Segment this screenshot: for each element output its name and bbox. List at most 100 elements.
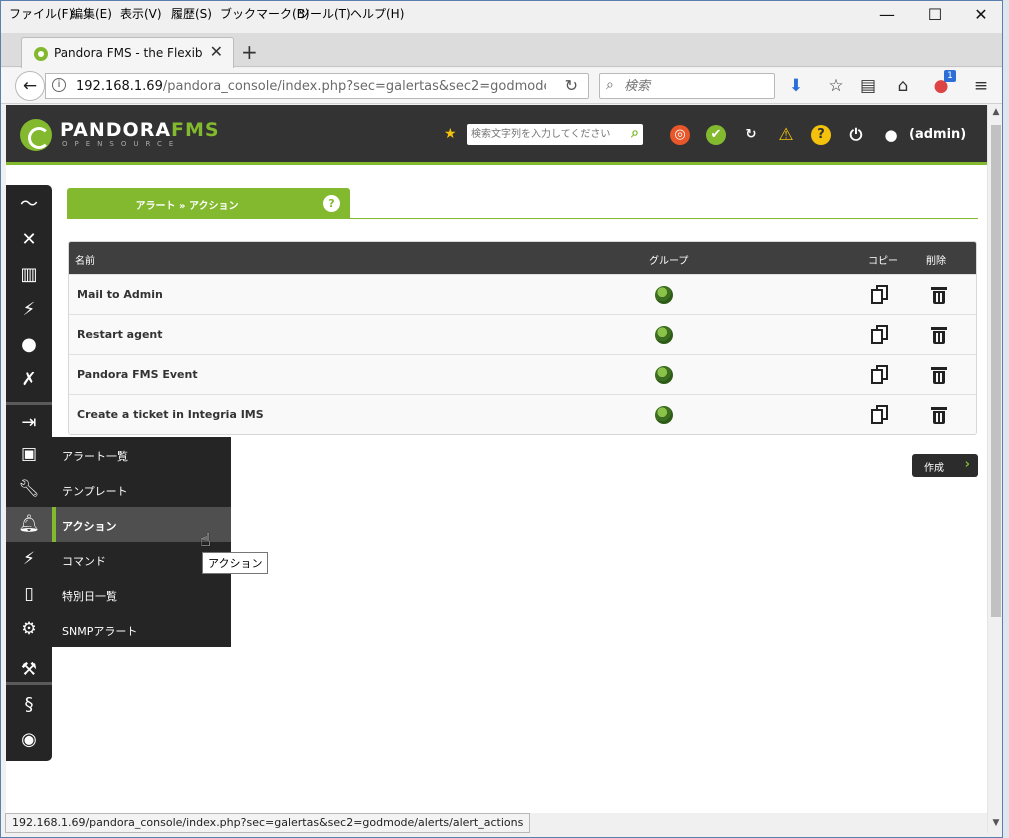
topology-icon[interactable]: ✕ xyxy=(6,222,52,257)
action-name-link[interactable]: Restart agent xyxy=(77,328,163,341)
power-icon[interactable]: ⏻ xyxy=(846,125,866,145)
menubar: ファイル(F) 編集(E) 表示(V) 履歴(S) ブックマーク(B) ツール(… xyxy=(1,1,1002,27)
logo-text[interactable]: PANDORAFMS xyxy=(60,119,220,141)
pandora-logo-icon[interactable] xyxy=(20,119,52,151)
delete-trash-icon[interactable] xyxy=(931,365,947,385)
logo-subtitle: OPENSOURCE xyxy=(62,140,181,148)
copy-icon[interactable] xyxy=(871,325,889,345)
favorite-star-icon[interactable]: ★ xyxy=(444,126,457,142)
tab-close-icon[interactable]: ✕ xyxy=(210,42,223,61)
flyout-item-label: アクション xyxy=(62,520,117,533)
menu-bookmarks[interactable]: ブックマーク(B) xyxy=(220,5,310,22)
browser-tab[interactable]: Pandora FMS - the Flexible M ✕ xyxy=(21,37,234,68)
copy-icon[interactable] xyxy=(871,405,889,425)
page-title: アラート » アクション xyxy=(135,201,239,212)
flyout-item-label: 特別日一覧 xyxy=(62,590,117,603)
table-row: Restart agent xyxy=(69,314,976,354)
heading-rule xyxy=(67,218,978,219)
table-row: Create a ticket in Integria IMS xyxy=(69,394,976,434)
create-button[interactable]: 作成 › xyxy=(912,454,978,477)
flyout-item-alert-list[interactable]: ▣ アラート一覧 xyxy=(6,437,231,472)
bookmark-star-icon[interactable]: ☆ xyxy=(824,74,848,98)
flyout-item-snmp-alerts[interactable]: ⚙ SNMPアラート xyxy=(6,612,231,647)
maximize-button[interactable]: ☐ xyxy=(915,3,955,27)
back-button[interactable]: ← xyxy=(15,71,45,101)
flyout-item-templates[interactable]: 🔧︎ テンプレート xyxy=(6,472,231,507)
menu-history[interactable]: 履歴(S) xyxy=(171,5,212,22)
browser-search-bar[interactable]: ⌕ xyxy=(599,73,775,99)
menu-edit[interactable]: 編集(E) xyxy=(71,5,112,22)
reload-icon[interactable]: ↻ xyxy=(565,76,578,95)
tab-title: Pandora FMS - the Flexible M xyxy=(54,46,202,60)
operations-user-icon[interactable]: ● xyxy=(6,327,52,362)
help-icon[interactable]: ? xyxy=(811,125,831,145)
url-host: 192.168.1.69 xyxy=(76,79,163,94)
check-status-icon[interactable]: ✔ xyxy=(706,125,726,145)
column-header-group: グループ xyxy=(649,256,689,267)
sidebar-separator xyxy=(6,682,52,685)
group-all-globe-icon xyxy=(655,286,673,304)
flyout-item-actions[interactable]: 🔔︎ アクション xyxy=(6,507,231,542)
column-header-delete: 削除 xyxy=(926,256,946,267)
close-window-button[interactable]: ✕ xyxy=(961,3,1001,27)
user-name[interactable]: (admin) xyxy=(909,127,966,142)
links-icon[interactable]: § xyxy=(6,687,52,722)
logo-main: PANDORA xyxy=(60,119,172,141)
menu-help[interactable]: ヘルプ(H) xyxy=(350,5,404,22)
pandora-update-icon[interactable]: ◉ xyxy=(6,722,52,757)
help-icon[interactable]: ? xyxy=(323,195,340,212)
events-bolt-icon[interactable]: ⚡ xyxy=(6,292,52,327)
action-name-link[interactable]: Pandora FMS Event xyxy=(77,368,198,381)
action-name-link[interactable]: Mail to Admin xyxy=(77,288,163,301)
scroll-down-icon[interactable]: ▼ xyxy=(988,818,1002,828)
status-url-bar: 192.168.1.69/pandora_console/index.php?s… xyxy=(5,813,531,833)
monitoring-icon[interactable]: 〜 xyxy=(6,187,52,222)
site-info-icon[interactable]: i xyxy=(52,78,66,92)
flyout-item-commands[interactable]: ⚡ コマンド xyxy=(6,542,231,577)
action-name-link[interactable]: Create a ticket in Integria IMS xyxy=(77,408,264,421)
delete-trash-icon[interactable] xyxy=(931,405,947,425)
header-search-input[interactable] xyxy=(471,126,619,143)
menu-tools[interactable]: ツール(T) xyxy=(298,5,351,22)
home-icon[interactable]: ⌂ xyxy=(891,74,915,98)
warning-icon[interactable]: ⚠ xyxy=(776,125,796,145)
copy-icon[interactable] xyxy=(871,365,889,385)
addon-icon[interactable]: ● 1 xyxy=(929,70,956,98)
lifebuoy-icon[interactable]: ◎ xyxy=(670,125,690,145)
bell-icon: 🔔︎ xyxy=(18,514,40,534)
menu-file[interactable]: ファイル(F) xyxy=(9,5,73,22)
desktop-background xyxy=(1003,0,1009,838)
scroll-up-icon[interactable]: ▲ xyxy=(988,107,1002,117)
tools-icon[interactable]: ✗ xyxy=(6,362,52,397)
navigation-toolbar: i 192.168.1.69/pandora_console/index.php… xyxy=(1,68,1002,104)
library-icon[interactable]: ▤ xyxy=(856,74,880,98)
pandora-header: PANDORAFMS OPENSOURCE ★ ⌕ ◎ ✔ ↻ ⚠ ? ⏻ ● … xyxy=(6,105,987,165)
header-search-icon[interactable]: ⌕ xyxy=(631,125,639,141)
url-bar[interactable]: i 192.168.1.69/pandora_console/index.php… xyxy=(45,73,589,99)
refresh-icon[interactable]: ↻ xyxy=(741,125,761,145)
column-header-name[interactable]: 名前 xyxy=(75,252,95,267)
reports-icon[interactable]: ▥ xyxy=(6,257,52,292)
scrollbar-thumb[interactable] xyxy=(991,125,1001,617)
create-button-label: 作成 xyxy=(924,463,944,474)
copy-icon[interactable] xyxy=(871,285,889,305)
hamburger-menu-icon[interactable]: ≡ xyxy=(969,74,993,98)
logo-accent: FMS xyxy=(171,119,220,141)
page-viewport: PANDORAFMS OPENSOURCE ★ ⌕ ◎ ✔ ↻ ⚠ ? ⏻ ● … xyxy=(6,105,987,813)
flyout-item-special-days[interactable]: ▯ 特別日一覧 xyxy=(6,577,231,612)
back-arrow-icon: ← xyxy=(22,76,38,96)
user-icon[interactable]: ● xyxy=(881,125,901,145)
download-icon[interactable]: ⬇ xyxy=(784,74,808,98)
vertical-scrollbar[interactable]: ▲ ▼ xyxy=(987,105,1002,833)
header-search[interactable]: ⌕ xyxy=(467,124,643,145)
minimize-button[interactable]: — xyxy=(867,3,907,27)
menu-view[interactable]: 表示(V) xyxy=(120,5,162,22)
delete-trash-icon[interactable] xyxy=(931,285,947,305)
delete-trash-icon[interactable] xyxy=(931,325,947,345)
addon-badge: 1 xyxy=(944,70,956,82)
browser-search-input[interactable] xyxy=(624,77,770,95)
tooltip: アクション xyxy=(202,552,269,574)
resources-icon[interactable]: ⇥ xyxy=(6,405,52,440)
new-tab-button[interactable]: + xyxy=(241,40,258,64)
wrench-icon: 🔧︎ xyxy=(18,479,40,499)
